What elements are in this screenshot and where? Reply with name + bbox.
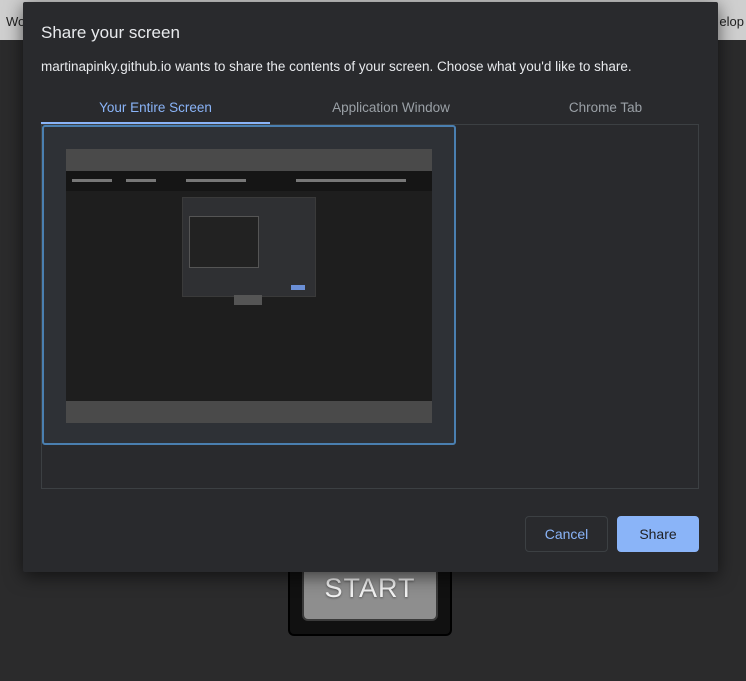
dialog-title: Share your screen [41, 23, 180, 42]
background-text-right: elop [719, 14, 744, 29]
tab-chrome-tab[interactable]: Chrome Tab [512, 90, 699, 124]
dialog-footer: Cancel Share [23, 516, 718, 556]
share-screen-dialog: Share your screen martinapinky.github.io… [23, 2, 718, 572]
source-list-panel [41, 124, 699, 489]
source-tabs: Your Entire Screen Application Window Ch… [41, 90, 699, 124]
tab-entire-screen[interactable]: Your Entire Screen [41, 90, 270, 124]
share-button[interactable]: Share [617, 516, 699, 552]
dialog-description: martinapinky.github.io wants to share th… [41, 59, 632, 74]
screen-thumbnail-item[interactable] [42, 125, 456, 445]
cancel-button[interactable]: Cancel [525, 516, 608, 552]
screen-preview-image [66, 149, 432, 423]
tab-application-window[interactable]: Application Window [295, 90, 487, 124]
